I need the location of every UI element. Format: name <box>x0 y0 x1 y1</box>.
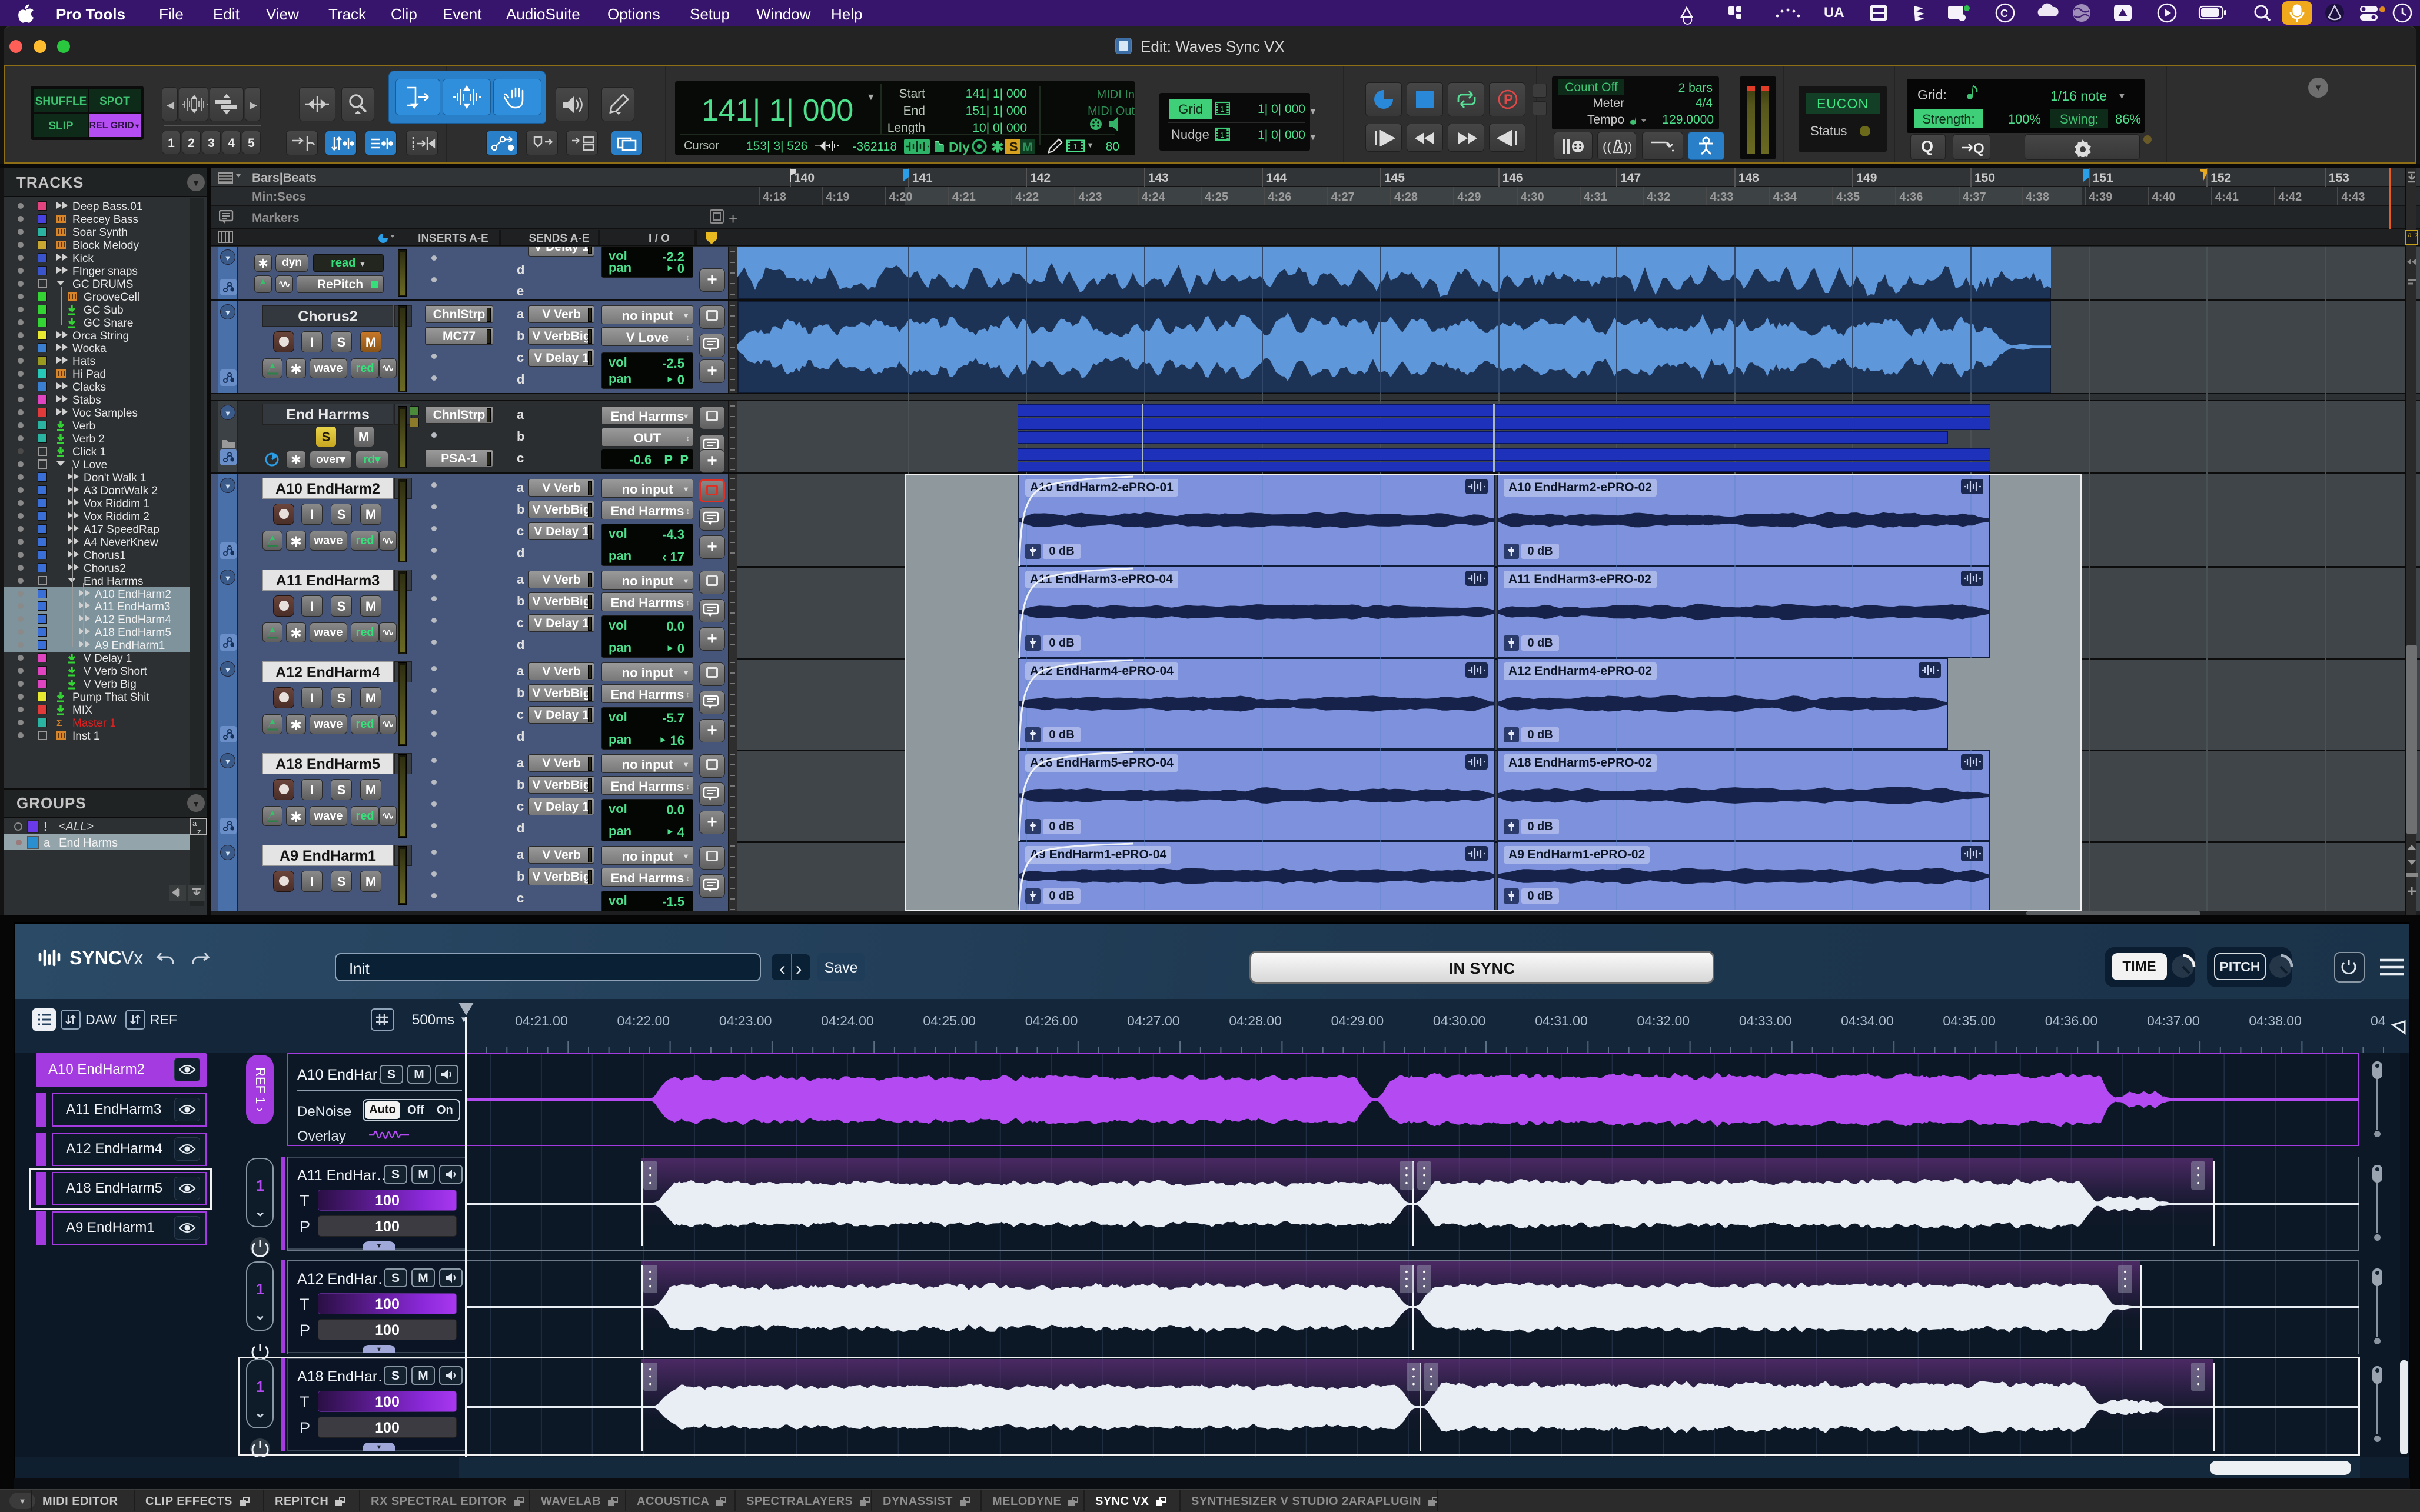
svg-text:Σ: Σ <box>56 718 62 727</box>
svg-text:P: P <box>1504 92 1513 108</box>
svg-text:)): )) <box>1624 139 1631 154</box>
svg-text:Dly: Dly <box>949 139 970 155</box>
svg-text:C: C <box>2000 8 2008 19</box>
svg-text:((: (( <box>1603 139 1611 154</box>
svg-text:Q: Q <box>1973 141 1984 156</box>
svg-text:1: 1 <box>1220 131 1224 139</box>
svg-text:UA: UA <box>1824 5 1844 21</box>
svg-text:✱: ✱ <box>991 138 1004 155</box>
svg-text:1: 1 <box>1220 105 1224 114</box>
svg-text:S: S <box>1009 139 1018 154</box>
svg-text:1: 1 <box>1073 142 1078 151</box>
